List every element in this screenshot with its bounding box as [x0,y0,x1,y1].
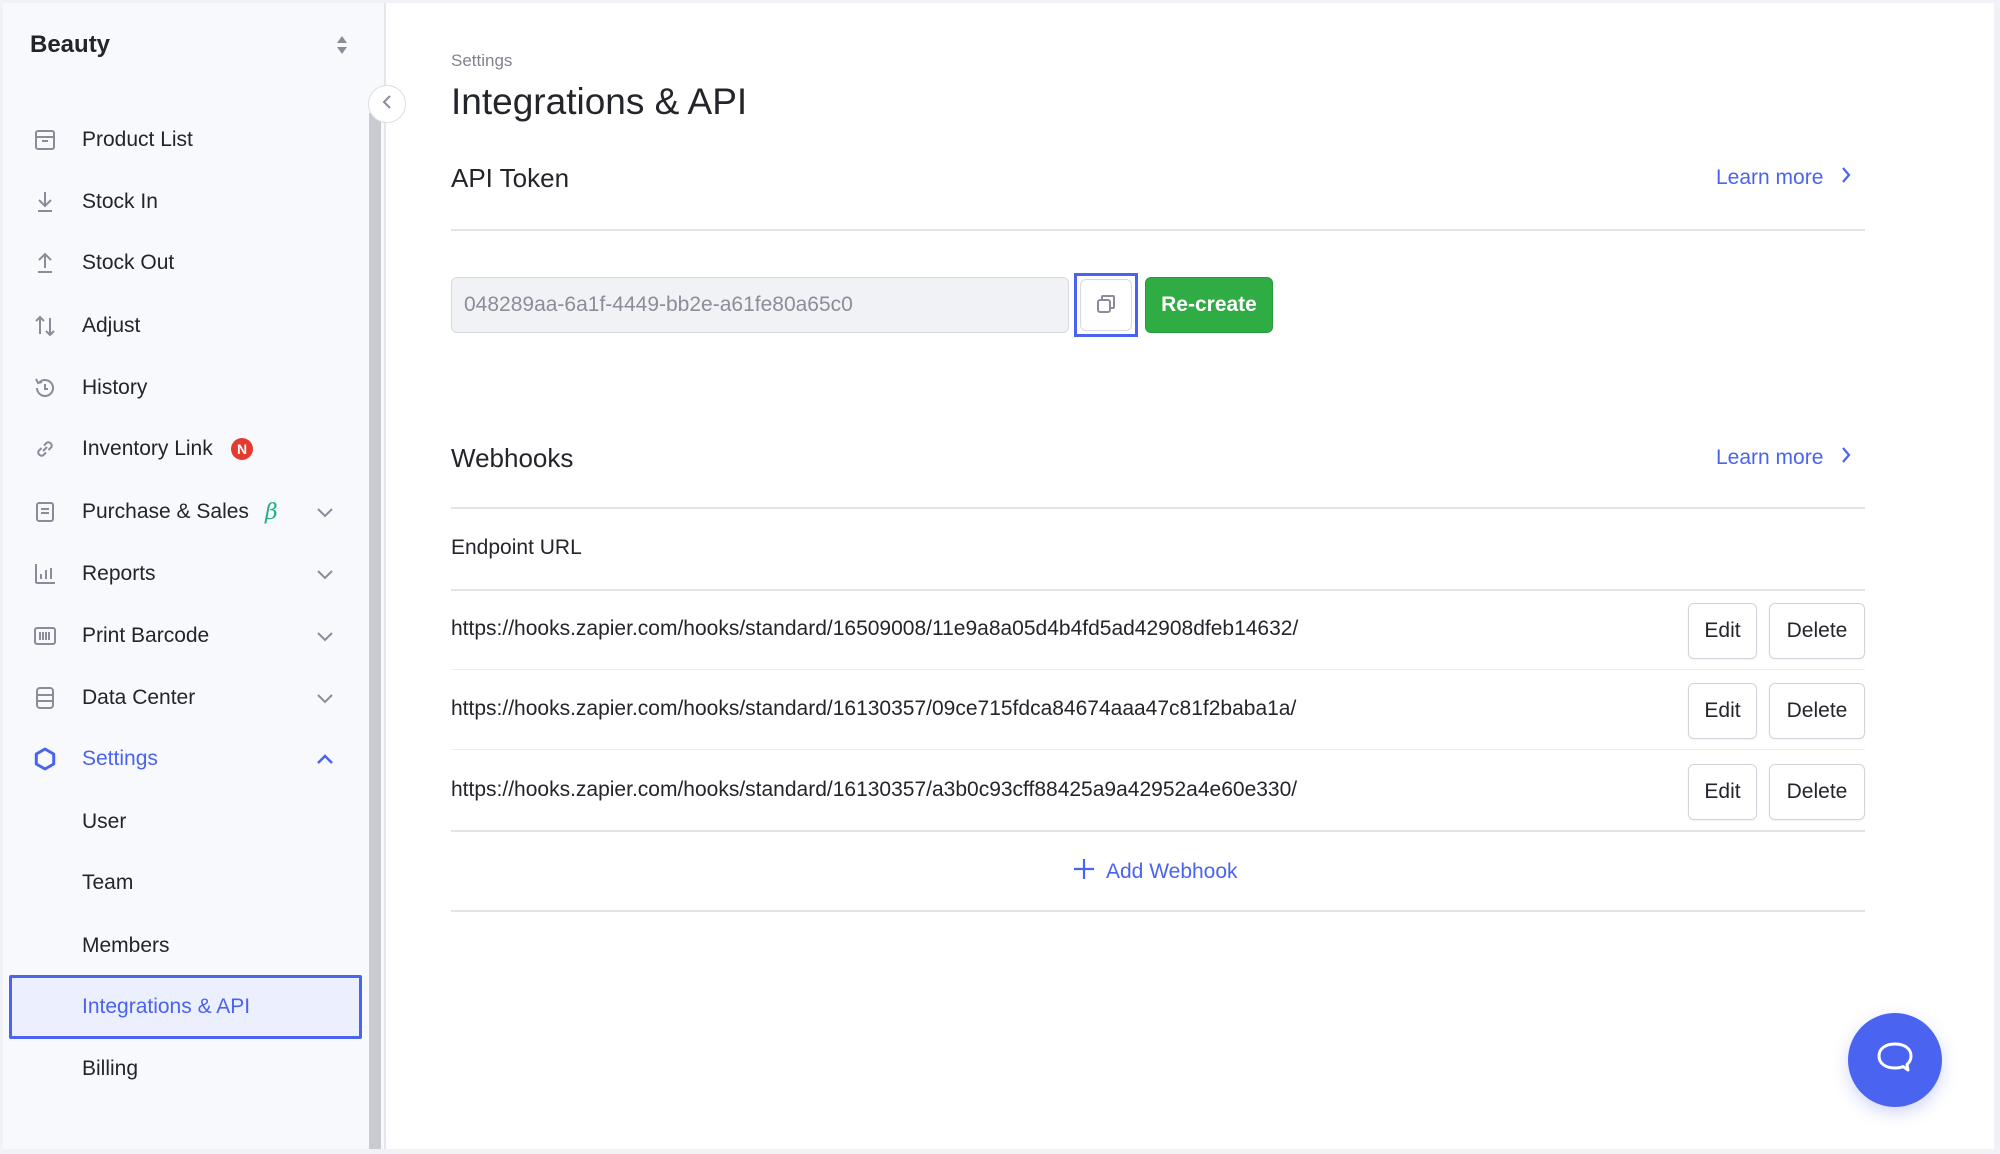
link-icon [32,436,58,462]
sidebar-subitem-label: User [82,810,127,833]
webhooks-title: Webhooks [451,443,574,473]
sidebar-subitem-label: Team [82,871,134,894]
chat-bubble-icon [1875,1040,1915,1081]
sidebar-item-label: Data Center [82,686,196,709]
sidebar-scrollbar[interactable] [369,113,381,1149]
divider [451,229,1865,231]
sidebar-item-product-list[interactable]: Product List [3,112,363,168]
box-icon [32,127,58,153]
sidebar-item-reports[interactable]: Reports [3,546,363,602]
sidebar-subitem-integrations-api[interactable]: Integrations & API [9,975,362,1039]
main-content: Settings Integrations & API API Token Le… [388,3,1994,1149]
recreate-token-button[interactable]: Re-create [1145,277,1273,333]
sidebar-item-label: Product List [82,128,193,151]
chevron-right-icon [1841,166,1851,190]
bar-chart-icon [32,561,58,587]
edit-webhook-button[interactable]: Edit [1688,603,1757,659]
new-badge: N [231,438,253,460]
delete-webhook-button[interactable]: Delete [1769,764,1865,820]
plus-icon [1072,857,1096,887]
history-icon [32,375,58,401]
sidebar-subitem-label: Integrations & API [82,995,251,1018]
sidebar-item-label: Stock Out [82,251,175,274]
sidebar-subitem-user[interactable]: User [3,794,363,850]
chevron-right-icon [1841,446,1851,470]
workspace-name: Beauty [30,31,111,58]
delete-webhook-button[interactable]: Delete [1769,603,1865,659]
endpoint-url-column-header: Endpoint URL [451,536,582,559]
learn-more-label: Learn more [1716,166,1824,189]
api-token-title: API Token [451,163,570,193]
sidebar-subitem-billing[interactable]: Billing [3,1041,363,1097]
sidebar-item-print-barcode[interactable]: Print Barcode [3,608,363,664]
chevron-down-icon[interactable] [314,563,336,585]
webhook-url: https://hooks.zapier.com/hooks/standard/… [451,617,1299,640]
divider [451,830,1865,832]
sidebar-item-stock-in[interactable]: Stock In [3,174,363,230]
sidebar-item-purchase-sales[interactable]: Purchase & Sales β [3,484,363,540]
sidebar-item-label: Settings [82,747,158,770]
divider [451,507,1865,509]
beta-tag: β [265,499,278,525]
arrow-down-icon [32,189,58,215]
chat-support-button[interactable] [1848,1013,1942,1107]
sidebar-item-settings[interactable]: Settings [3,731,363,787]
sidebar-item-stock-out[interactable]: Stock Out [3,235,363,291]
delete-webhook-button[interactable]: Delete [1769,683,1865,739]
sidebar-item-inventory-link[interactable]: Inventory Link N [3,421,363,477]
barcode-icon [32,623,58,649]
add-webhook-button[interactable]: Add Webhook [1072,857,1238,887]
webhooks-learn-more-link[interactable]: Learn more [1716,446,1851,470]
sidebar-item-label: Adjust [82,314,141,337]
webhook-url: https://hooks.zapier.com/hooks/standard/… [451,778,1298,801]
edit-webhook-button[interactable]: Edit [1688,683,1757,739]
sidebar-item-label: Print Barcode [82,624,210,647]
add-webhook-label: Add Webhook [1106,860,1238,883]
document-icon [32,499,58,525]
sidebar-item-data-center[interactable]: Data Center [3,670,363,726]
sidebar-item-label: Stock In [82,190,158,213]
webhook-url: https://hooks.zapier.com/hooks/standard/… [451,697,1297,720]
collapse-sidebar-button[interactable] [368,85,406,123]
learn-more-label: Learn more [1716,446,1824,469]
divider [451,910,1865,912]
sidebar-subitem-label: Members [82,934,170,957]
webhook-row: https://hooks.zapier.com/hooks/standard/… [451,590,1865,670]
sidebar-item-label: History [82,376,148,399]
copy-icon [1095,293,1117,318]
sidebar-item-label: Purchase & Sales [82,500,249,523]
breadcrumb[interactable]: Settings [451,51,512,71]
app-window: Beauty Product List Stock In Stock Out A… [3,3,1994,1149]
sidebar-subitem-team[interactable]: Team [3,855,363,911]
chevron-down-icon[interactable] [314,687,336,709]
copy-token-button[interactable] [1074,273,1138,337]
sidebar: Beauty Product List Stock In Stock Out A… [3,3,386,1149]
sidebar-item-adjust[interactable]: Adjust [3,298,363,354]
api-token-learn-more-link[interactable]: Learn more [1716,166,1851,190]
page-title: Integrations & API [451,81,748,122]
sidebar-item-history[interactable]: History [3,360,363,416]
sidebar-subitem-label: Billing [82,1057,139,1080]
chevron-up-icon[interactable] [314,748,336,770]
arrow-up-icon [32,250,58,276]
sidebar-item-label: Reports [82,562,156,585]
chevron-down-icon[interactable] [314,501,336,523]
gear-icon [32,746,58,772]
divider [451,749,1865,750]
workspace-switcher-icon[interactable] [335,34,349,56]
swap-vertical-icon [32,313,58,339]
chevron-down-icon[interactable] [314,625,336,647]
sidebar-item-label: Inventory Link [82,437,213,460]
chevron-left-icon [381,94,393,115]
webhook-row: https://hooks.zapier.com/hooks/standard/… [451,751,1865,831]
sidebar-subitem-members[interactable]: Members [3,918,363,974]
edit-webhook-button[interactable]: Edit [1688,764,1757,820]
webhook-row: https://hooks.zapier.com/hooks/standard/… [451,670,1865,750]
database-icon [32,685,58,711]
api-token-field[interactable] [451,277,1069,333]
